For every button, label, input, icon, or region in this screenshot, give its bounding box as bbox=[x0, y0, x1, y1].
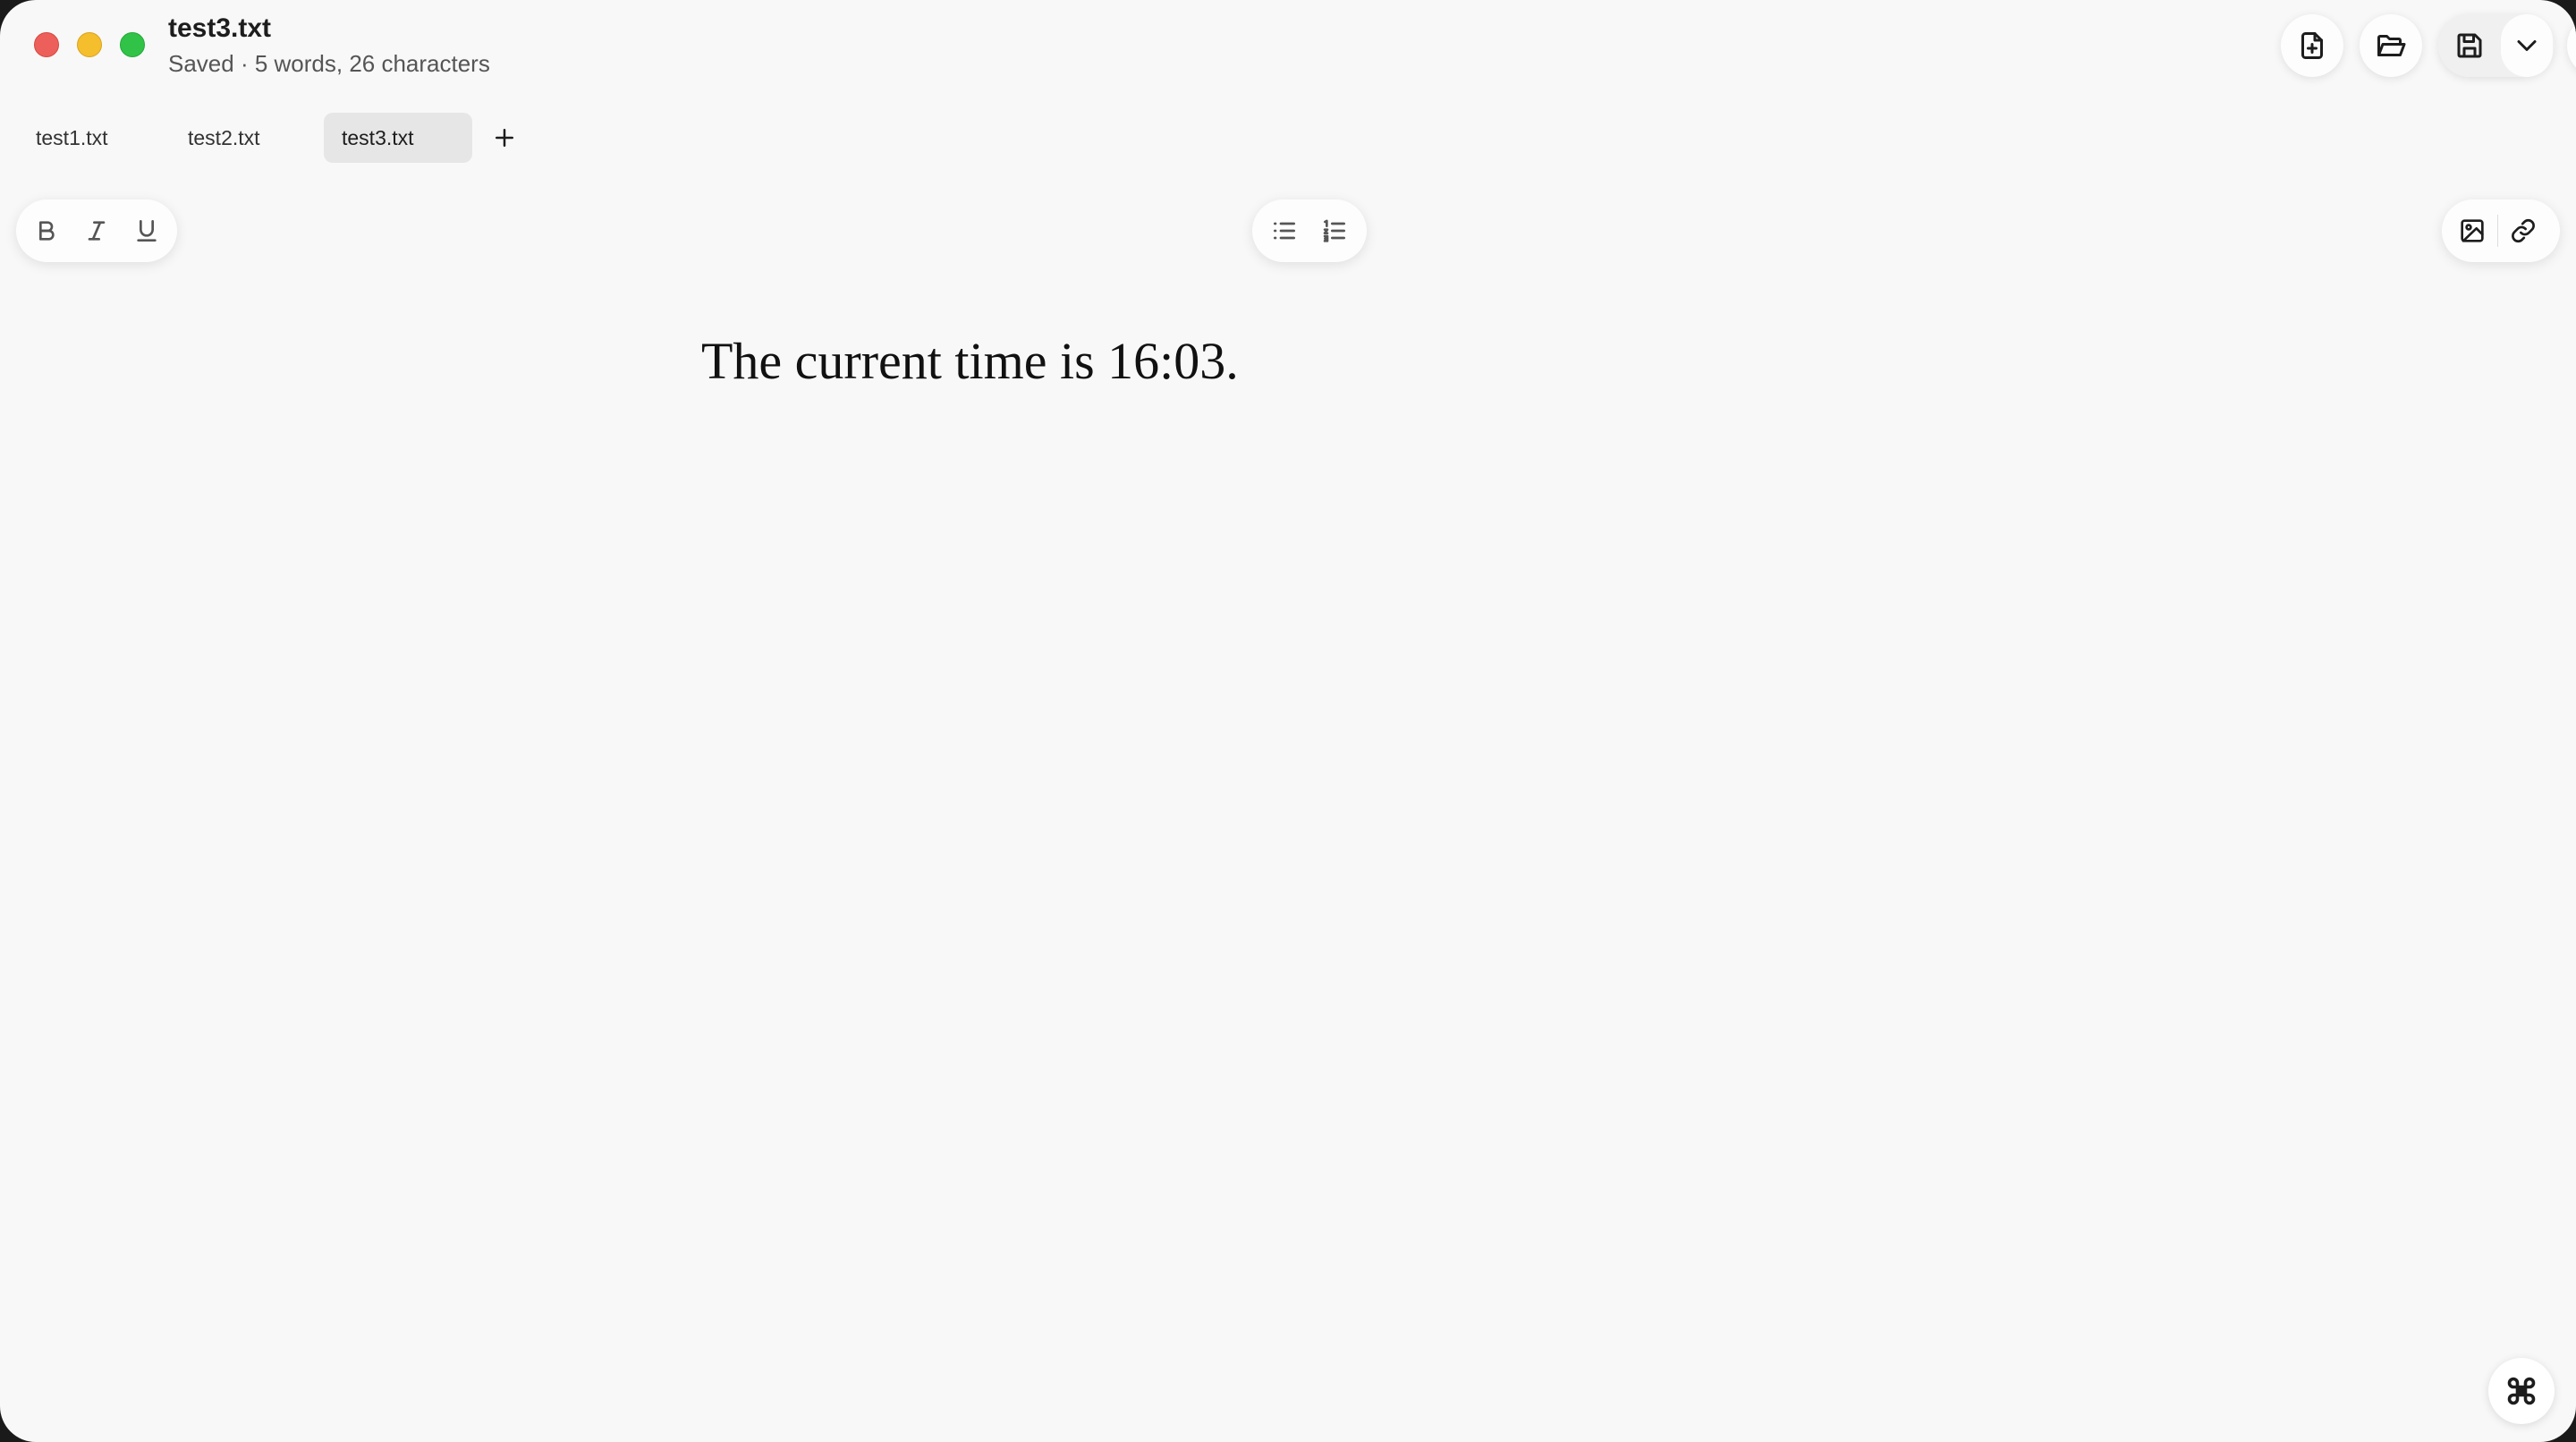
tab-test2[interactable]: test2.txt bbox=[170, 113, 295, 163]
insert-toolbar bbox=[2442, 199, 2560, 262]
maximize-window-button[interactable] bbox=[120, 32, 145, 57]
command-icon bbox=[2507, 1377, 2536, 1405]
command-menu-button[interactable] bbox=[2488, 1358, 2555, 1424]
app-window: test3.txt Saved · 5 words, 26 characters bbox=[0, 0, 2576, 1442]
title-block: test3.txt Saved · 5 words, 26 characters bbox=[168, 11, 490, 79]
minimize-window-button[interactable] bbox=[77, 32, 102, 57]
document-title: test3.txt bbox=[168, 13, 272, 43]
document-status: Saved · 5 words, 26 characters bbox=[168, 50, 490, 77]
italic-button[interactable] bbox=[72, 206, 122, 256]
numbered-list-button[interactable] bbox=[1309, 206, 1360, 256]
tab-test1[interactable]: test1.txt bbox=[18, 113, 125, 163]
tab-test3[interactable]: test3.txt bbox=[324, 113, 472, 163]
tab-label: test2.txt bbox=[188, 126, 260, 149]
chevron-down-icon bbox=[2517, 40, 2537, 51]
new-tab-button[interactable] bbox=[487, 120, 522, 156]
link-icon bbox=[2512, 218, 2535, 243]
insert-link-button[interactable] bbox=[2498, 206, 2548, 256]
save-button[interactable] bbox=[2438, 14, 2501, 77]
open-folder-icon bbox=[2377, 35, 2406, 56]
text-format-toolbar bbox=[16, 199, 177, 262]
document-editor[interactable]: The current time is 16:03. bbox=[701, 327, 1239, 395]
share-button[interactable] bbox=[2567, 14, 2576, 77]
bulleted-list-button[interactable] bbox=[1259, 206, 1309, 256]
italic-icon bbox=[88, 221, 106, 241]
numbered-list-icon bbox=[1323, 219, 1345, 242]
save-icon bbox=[2457, 33, 2482, 58]
new-file-button[interactable] bbox=[2281, 14, 2343, 77]
bold-button[interactable] bbox=[21, 206, 72, 256]
bold-icon bbox=[38, 221, 55, 241]
save-button-group bbox=[2438, 14, 2555, 77]
tab-label: test1.txt bbox=[36, 126, 108, 149]
insert-image-button[interactable] bbox=[2447, 206, 2497, 256]
underline-icon bbox=[137, 220, 157, 242]
underline-button[interactable] bbox=[122, 206, 172, 256]
close-window-button[interactable] bbox=[34, 32, 59, 57]
open-file-button[interactable] bbox=[2360, 14, 2422, 77]
new-file-icon bbox=[2301, 32, 2323, 59]
plus-icon bbox=[496, 129, 513, 147]
tab-label: test3.txt bbox=[342, 126, 414, 149]
list-toolbar bbox=[1252, 199, 1367, 262]
window-controls bbox=[34, 32, 145, 57]
bulleted-list-icon bbox=[1274, 222, 1295, 240]
image-icon bbox=[2461, 219, 2484, 242]
save-options-button[interactable] bbox=[2501, 14, 2553, 77]
